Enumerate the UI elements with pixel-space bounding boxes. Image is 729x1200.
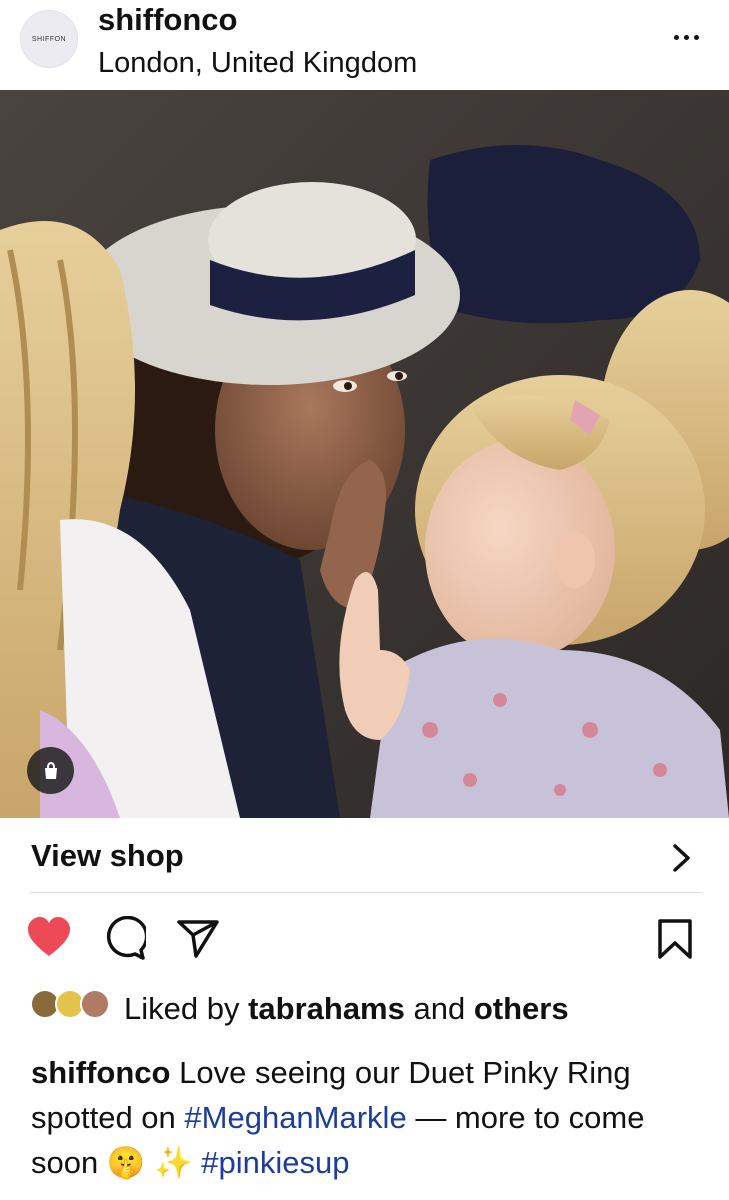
view-shop-label: View shop: [31, 838, 184, 873]
avatar-logo-text: SHIFFON: [31, 35, 67, 43]
avatar[interactable]: SHIFFON: [20, 10, 78, 68]
heart-icon[interactable]: [26, 916, 72, 963]
post-photo[interactable]: [0, 90, 729, 818]
photo-illustration: [0, 90, 729, 818]
likes-row[interactable]: Liked by tabrahams and others: [0, 985, 729, 1035]
divider: [30, 892, 702, 893]
shopping-bag-icon[interactable]: [27, 747, 74, 794]
hashtag-meghanmarkle[interactable]: #MeghanMarkle: [184, 1100, 406, 1135]
post-caption: shiffonco Love seeing our Duet Pinky Rin…: [31, 1050, 711, 1185]
liker-avatar: [80, 989, 110, 1019]
hashtag-pinkiesup[interactable]: #pinkiesup: [201, 1145, 349, 1180]
likes-middle: and: [404, 991, 474, 1026]
more-horizontal-icon[interactable]: [666, 22, 706, 52]
liker-username[interactable]: tabrahams: [248, 991, 405, 1026]
comment-icon[interactable]: [102, 915, 149, 965]
post-header: SHIFFON shiffonco London, United Kingdom: [0, 0, 729, 90]
post-location[interactable]: London, United Kingdom: [98, 47, 417, 80]
action-bar: [0, 910, 729, 970]
likes-others[interactable]: others: [474, 991, 569, 1026]
post-username[interactable]: shiffonco: [98, 2, 238, 38]
bookmark-icon[interactable]: [657, 918, 693, 965]
share-icon[interactable]: [176, 918, 220, 963]
likes-prefix: Liked by: [124, 991, 249, 1026]
likes-text: Liked by tabrahams and others: [124, 991, 569, 1027]
caption-username[interactable]: shiffonco: [31, 1055, 171, 1090]
chevron-right-icon: [670, 842, 694, 879]
view-shop-row[interactable]: View shop: [0, 818, 729, 894]
